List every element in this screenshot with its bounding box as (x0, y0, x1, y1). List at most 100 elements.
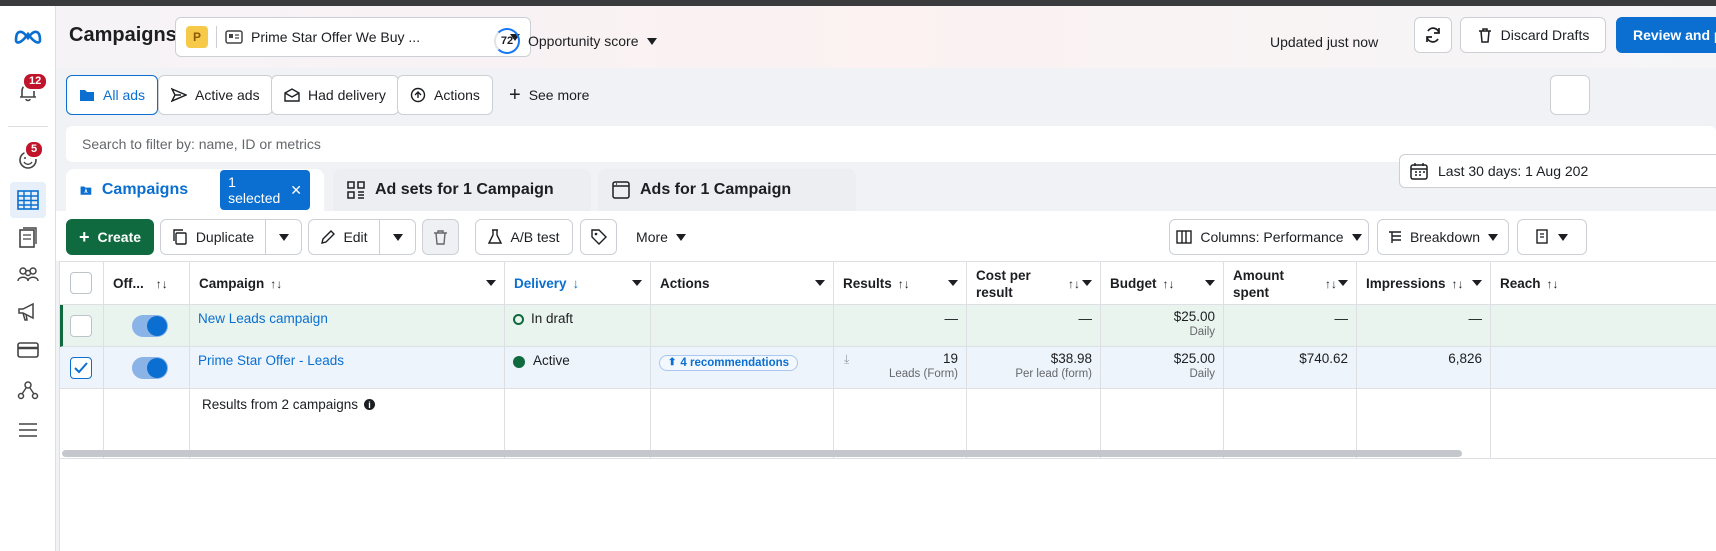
notifications-button[interactable]: 12 (10, 72, 49, 110)
activity-button[interactable]: 5 (10, 140, 46, 178)
network-icon (17, 381, 39, 400)
summary-blank-cell (1224, 389, 1357, 458)
chevron-down-icon (646, 37, 657, 45)
chevron-down-icon[interactable] (815, 280, 825, 286)
sort-icon[interactable]: ↑↓ (1163, 277, 1175, 291)
create-button[interactable]: + Create (66, 219, 154, 255)
recommendations-chip[interactable]: ⬆ 4 recommendations (659, 354, 799, 371)
results-value: 19 (942, 351, 958, 366)
toolbar: + Create Duplicate Edit A/B test More Co… (56, 211, 1716, 261)
tab-campaigns[interactable]: Campaigns 1 selected ✕ (66, 169, 324, 211)
see-more-filters-button[interactable]: + See more (496, 75, 602, 115)
header-onoff[interactable]: Off... ↑↓ (104, 262, 190, 305)
reports-button[interactable] (1517, 219, 1587, 255)
row-budget-cell[interactable]: $25.00 Daily (1101, 347, 1224, 388)
flask-icon (488, 229, 503, 244)
row-toggle-cell (104, 305, 190, 346)
campaign-name-link[interactable]: New Leads campaign (198, 311, 328, 326)
campaign-name-link[interactable]: Prime Star Offer - Leads (198, 353, 344, 368)
filter-overflow-button[interactable] (1550, 75, 1590, 115)
discard-drafts-button[interactable]: Discard Drafts (1460, 17, 1606, 53)
chevron-down-icon[interactable] (486, 280, 496, 286)
header-campaign[interactable]: Campaign ↑↓ (190, 262, 505, 305)
table-row[interactable]: Prime Star Offer - Leads Active ⬆ 4 reco… (60, 347, 1716, 389)
campaigns-nav[interactable] (10, 294, 46, 330)
chevron-down-icon[interactable] (1082, 280, 1092, 286)
ab-test-button[interactable]: A/B test (475, 219, 573, 255)
sort-icon[interactable]: ↑↓ (1325, 277, 1337, 291)
chevron-down-icon[interactable] (1472, 280, 1482, 286)
breakdown-button[interactable]: Breakdown (1377, 219, 1509, 255)
business-nav[interactable] (10, 372, 46, 408)
horizontal-scrollbar[interactable] (62, 450, 1462, 457)
refresh-icon (1426, 27, 1440, 43)
header-budget[interactable]: Budget ↑↓ (1101, 262, 1224, 305)
account-avatar: P (186, 26, 208, 48)
header-delivery[interactable]: Delivery ↓ (505, 262, 651, 305)
close-icon[interactable]: ✕ (290, 182, 302, 199)
filter-actions[interactable]: Actions (397, 75, 493, 115)
arrow-up-circle-icon: ⬆ (668, 357, 677, 368)
header-amount-spent[interactable]: Amount spent ↑↓ (1224, 262, 1357, 305)
sort-icon[interactable]: ↑↓ (1068, 277, 1080, 291)
sort-icon[interactable]: ↑↓ (156, 277, 168, 291)
row-checkbox[interactable] (70, 315, 92, 337)
download-icon[interactable]: ⤓ (844, 352, 849, 367)
delete-button[interactable] (422, 219, 459, 255)
header-onoff-label: Off... (113, 276, 144, 291)
table-row[interactable]: New Leads campaign In draft — — $25.00 D… (60, 305, 1716, 347)
date-range-label: Last 30 days: 1 Aug 202 (1438, 163, 1589, 179)
sort-desc-icon[interactable]: ↓ (573, 276, 580, 291)
info-icon[interactable]: i (364, 399, 376, 410)
billing-nav[interactable] (10, 332, 46, 368)
sort-icon[interactable]: ↑↓ (898, 277, 910, 291)
campaign-toggle[interactable] (132, 315, 168, 337)
filter-had-delivery[interactable]: Had delivery (271, 75, 399, 115)
chevron-down-icon[interactable] (632, 280, 642, 286)
more-button[interactable]: More (626, 219, 696, 255)
all-tools-button[interactable] (10, 412, 46, 448)
duplicate-button[interactable]: Duplicate (160, 219, 266, 255)
more-label: More (636, 229, 668, 245)
row-checkbox[interactable] (70, 357, 92, 379)
sort-icon[interactable]: ↑↓ (1452, 277, 1464, 291)
pages-nav[interactable] (10, 220, 46, 256)
campaigns-table: Off... ↑↓ Campaign ↑↓ Delivery ↓ Actions… (59, 261, 1716, 551)
header-results[interactable]: Results ↑↓ (834, 262, 967, 305)
meta-logo-icon[interactable] (10, 18, 46, 54)
row-budget-cell[interactable]: $25.00 Daily (1101, 305, 1224, 346)
sort-icon[interactable]: ↑↓ (1547, 277, 1559, 291)
sort-icon[interactable]: ↑↓ (270, 277, 282, 291)
header-actions[interactable]: Actions (651, 262, 834, 305)
chevron-down-icon[interactable] (1338, 280, 1348, 286)
header-cost-per-result[interactable]: Cost per result ↑↓ (967, 262, 1101, 305)
date-range-picker[interactable]: Last 30 days: 1 Aug 202 (1399, 154, 1716, 188)
left-nav-rail: 12 5 (0, 6, 56, 551)
edit-button[interactable]: Edit (308, 219, 380, 255)
opportunity-score[interactable]: 72 Opportunity score (494, 28, 657, 54)
chevron-down-icon[interactable] (948, 280, 958, 286)
selected-chip[interactable]: 1 selected ✕ (220, 170, 310, 210)
review-and-publish-button[interactable]: Review and pub (1616, 17, 1716, 53)
tags-button[interactable] (580, 219, 617, 255)
chevron-down-icon[interactable] (1205, 280, 1215, 286)
header-impressions[interactable]: Impressions ↑↓ (1357, 262, 1491, 305)
account-selector[interactable]: P Prime Star Offer We Buy ... (175, 17, 531, 57)
refresh-button[interactable] (1414, 17, 1452, 53)
filter-all-ads[interactable]: All ads (66, 75, 159, 115)
audiences-nav[interactable] (10, 256, 46, 292)
filter-active-ads[interactable]: Active ads (158, 75, 273, 115)
columns-button[interactable]: Columns: Performance (1169, 219, 1369, 255)
tab-ads[interactable]: Ads for 1 Campaign (598, 169, 856, 211)
ads-manager-nav[interactable] (10, 182, 46, 218)
select-all-checkbox[interactable] (70, 272, 92, 294)
tab-adsets[interactable]: Ad sets for 1 Campaign (333, 169, 591, 211)
campaign-toggle[interactable] (132, 357, 168, 379)
header-budget-label: Budget (1110, 276, 1157, 291)
header-reach[interactable]: Reach ↑↓ (1491, 262, 1611, 305)
opportunity-score-value: 72 (494, 28, 520, 54)
table-icon (17, 190, 39, 210)
duplicate-dropdown-button[interactable] (265, 219, 302, 255)
edit-dropdown-button[interactable] (379, 219, 416, 255)
budget-period: Daily (1189, 326, 1215, 338)
